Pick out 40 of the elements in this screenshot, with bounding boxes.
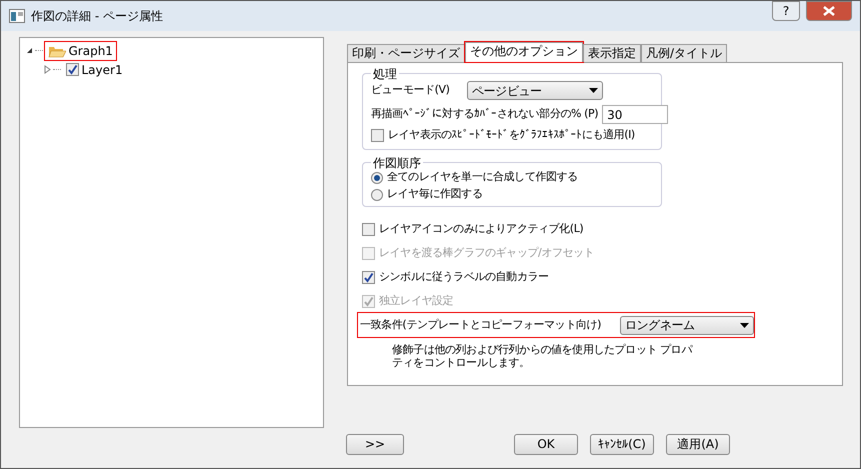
checkbox-label: レイヤ表示のｽﾋﾟｰﾄﾞﾓｰﾄﾞをｸﾞﾗﾌｴｷｽﾎﾟｰﾄにも適用(I) [388,127,635,144]
expand-arrow-icon[interactable] [44,65,51,74]
tree-item[interactable]: Graph1 [45,42,116,60]
checkbox[interactable] [66,63,79,76]
field-label: ビューモード(V) [371,82,451,98]
checkbox-label: シンボルに従うラベルの自動カラー [379,268,549,285]
dialog-button[interactable]: ｷｬﾝｾﾙ(C) [590,434,654,454]
checkbox[interactable] [362,270,375,284]
window-icon [9,9,25,23]
expand-button[interactable]: >> [346,434,404,454]
tab[interactable]: その他のオプション [465,42,583,62]
checkbox-label: レイヤアイコンのみによりアクティブ化(L) [379,220,584,237]
dialog-button[interactable]: 適用(A) [666,434,730,454]
close-button[interactable] [806,1,852,21]
field-label: 一致条件(テンプレートとコピーフォーマット向け) [360,316,601,333]
checkbox-label: レイヤを渡る棒グラフのギャップ/オフセット [379,244,594,261]
field-label: 再描画ﾍﾟｰｼﾞに対するｶﾊﾞｰされない部分の% (P) [371,106,598,122]
input-field[interactable]: 30 [602,105,668,124]
window-title: 作図の詳細 - ページ属性 [31,8,163,25]
checkbox-label: 独立レイヤ設定 [379,292,454,309]
collapse-arrow-icon[interactable] [26,47,33,54]
radio-button[interactable] [371,172,383,184]
view-mode-dropdown[interactable]: ページビュー [467,81,603,100]
tab[interactable]: 表示指定 [583,44,641,62]
caret-icon [589,88,598,93]
tab[interactable]: 凡例/タイトル [641,44,728,62]
group-title: 作図順序 [371,154,423,172]
close-icon [823,6,835,16]
radio-label: レイヤ毎に作図する [387,186,482,202]
checkbox[interactable] [362,222,375,236]
checkbox[interactable] [371,129,384,142]
help-button[interactable]: ? [772,1,800,21]
radio-label: 全てのレイヤを単一に合成して作図する [387,169,578,186]
tab[interactable]: 印刷・ページサイズ [347,44,465,62]
note-text: 修飾子は他の列および行列からの値を使用したプロット プロパティをコントロールします。 [392,343,692,369]
tree-item[interactable]: Layer1 [63,60,126,78]
radio-button[interactable] [371,188,383,200]
dialog-button[interactable]: OK [514,434,578,454]
match-dropdown[interactable]: ロングネーム [620,316,754,334]
caret-icon [740,322,749,328]
